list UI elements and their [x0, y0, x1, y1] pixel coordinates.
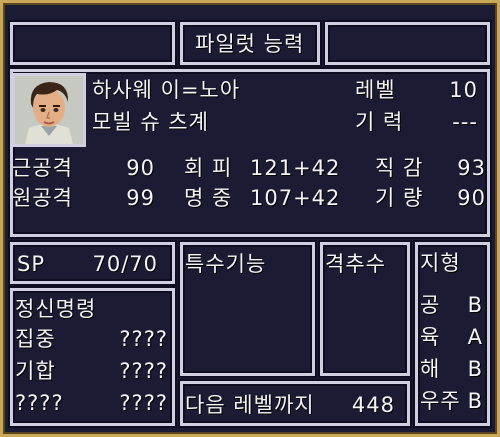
pilot-portrait [12, 73, 86, 147]
sp-panel: SP 70/70 [10, 242, 175, 284]
terrain-grade: A [467, 325, 483, 349]
page-title: 파일럿 능력 [195, 32, 305, 56]
terrain-grade: B [467, 293, 483, 317]
pilot-unit-type: 모빌 슈 츠계 [92, 110, 209, 134]
spirit-command-value: ???? [119, 391, 168, 415]
spirit-value: --- [452, 110, 478, 134]
pilot-name: 하사웨 이=노아 [92, 78, 241, 102]
skill-value: 90 [457, 186, 486, 210]
spirit-command-name: ???? [15, 391, 64, 415]
header-right-box [325, 22, 490, 65]
evade-value: 121+42 [250, 156, 341, 180]
header-title-box: 파일럿 능력 [180, 22, 320, 65]
sp-label: SP [17, 252, 45, 276]
next-level-panel: 다음 레벨까지 448 [180, 381, 410, 426]
spirit-command-value: ???? [119, 327, 168, 351]
special-skills-panel: 특수기능 [180, 242, 315, 376]
spirit-commands-panel: 정신명령 집중 ???? 기합 ???? ???? ???? [10, 288, 175, 426]
spirit-command-name: 기합 [15, 359, 56, 383]
hit-value: 107+42 [250, 186, 341, 210]
next-level-value: 448 [351, 393, 395, 417]
terrain-name: 공 [420, 293, 441, 317]
kills-label: 격추수 [325, 252, 386, 276]
intuition-label: 직 감 [375, 156, 424, 180]
header-left-box [10, 22, 175, 65]
terrain-name: 우주 [420, 389, 461, 413]
spirit-command-value: ???? [119, 359, 168, 383]
next-level-label: 다음 레벨까지 [185, 393, 315, 417]
hit-label: 명 중 [184, 186, 233, 210]
special-skills-label: 특수기능 [185, 252, 267, 276]
melee-label: 근공격 [12, 156, 73, 180]
terrain-name: 육 [420, 325, 441, 349]
pilot-face-icon [15, 76, 83, 144]
ranged-label: 원공격 [12, 186, 73, 210]
spirit-label: 기 력 [355, 110, 404, 134]
terrain-name: 해 [420, 357, 441, 381]
terrain-grade: B [467, 389, 483, 413]
intuition-value: 93 [457, 156, 486, 180]
skill-label: 기 량 [375, 186, 424, 210]
pilot-status-screen: 파일럿 능력 하사웨 이=노아 모빌 슈 츠계 레벨 10 기 력 --- 근공… [0, 0, 500, 437]
terrain-label: 지형 [420, 251, 461, 275]
melee-value: 90 [126, 156, 155, 180]
evade-label: 회 피 [184, 156, 233, 180]
level-value: 10 [449, 78, 478, 102]
terrain-panel: 지형 공 B 육 A 해 B 우주 B [415, 242, 490, 426]
ranged-value: 99 [126, 186, 155, 210]
kills-panel: 격추수 [320, 242, 410, 376]
spirit-commands-label: 정신명령 [15, 297, 97, 321]
sp-value: 70/70 [92, 252, 158, 276]
level-label: 레벨 [355, 78, 396, 102]
spirit-command-name: 집중 [15, 327, 56, 351]
terrain-grade: B [467, 357, 483, 381]
